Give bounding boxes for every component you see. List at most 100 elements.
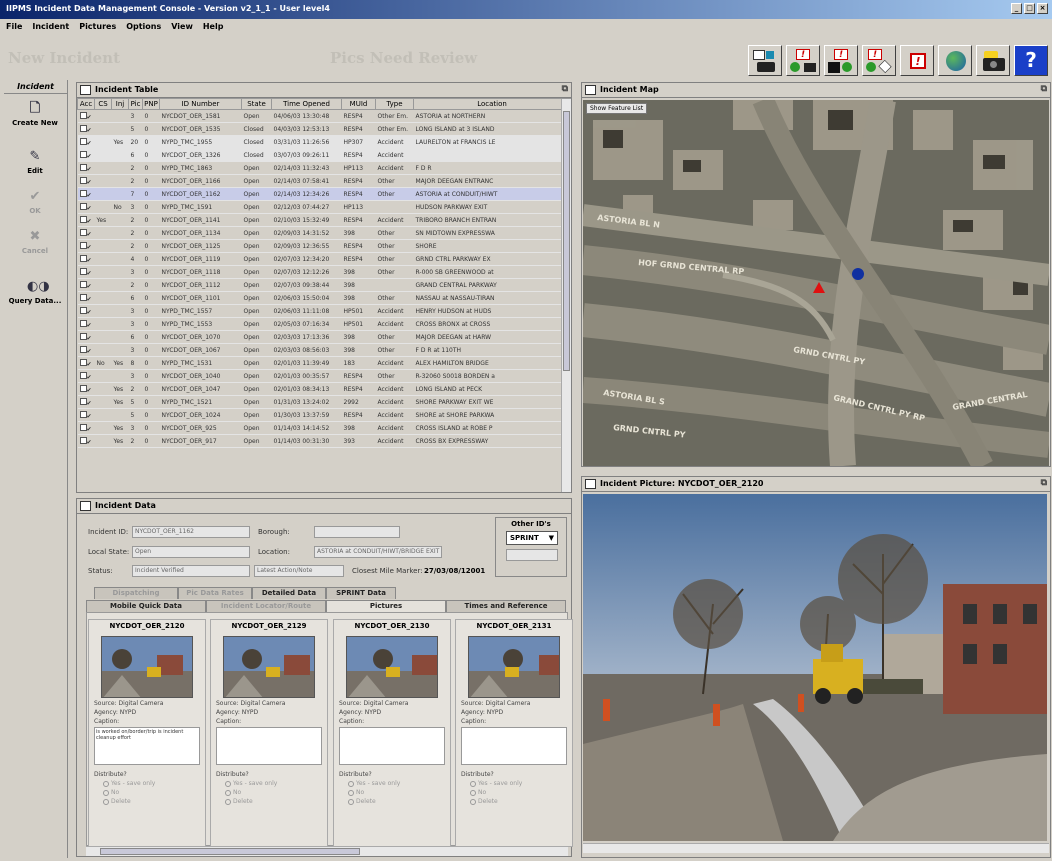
table-row[interactable]: ✔ 2 0 NYCDOT_OER_1112 Open 02/07/03 09:38:44 3…: [77, 278, 571, 292]
create-new-button[interactable]: 🗋 Create New: [4, 96, 66, 134]
column-header[interactable]: MUId: [341, 98, 376, 110]
table-row[interactable]: ✔ 6 0 NYCDOT_OER_1070 Open 02/03/03 17:13:36 3…: [77, 330, 571, 344]
acc-checkbox[interactable]: [79, 124, 87, 132]
tab-pictures[interactable]: Pictures: [326, 600, 446, 612]
table-row[interactable]: ✔ 3 0 NYCDOT_OER_1040 Open 02/01/03 00:35:57 R…: [77, 369, 571, 383]
camera-marker-icon[interactable]: [852, 268, 864, 280]
table-row[interactable]: ✔ Yes 3 0 NYCDOT_OER_925 Open 01/14/03 14:14:5…: [77, 421, 571, 435]
alert-incident-icon[interactable]: !: [786, 45, 820, 76]
maximize-icon[interactable]: □: [1024, 3, 1035, 14]
tab-incident-locator[interactable]: Incident Locator/Route: [206, 600, 326, 612]
table-row[interactable]: ✔ No 3 0 NYPD_TMC_1591 Open 02/12/03 07:44:27 H…: [77, 200, 571, 214]
distribute-radio[interactable]: Yes - save only: [103, 780, 205, 787]
table-row[interactable]: ✔ 3 0 NYPD_TMC_1557 Open 02/06/03 11:11:08 HP5…: [77, 304, 571, 318]
table-row[interactable]: ✔ 3 0 NYCDOT_OER_1581 Open 04/06/03 13:30:48 R…: [77, 109, 571, 123]
table-row[interactable]: ✔ 2 0 NYPD_TMC_1863 Open 02/14/03 11:32:43 HP1…: [77, 161, 571, 175]
camera-icon[interactable]: [976, 45, 1010, 76]
help-icon[interactable]: ?: [1014, 45, 1048, 76]
distribute-radio[interactable]: Delete: [225, 798, 327, 805]
acc-checkbox[interactable]: [79, 436, 87, 444]
cancel-button[interactable]: ✖ Cancel: [4, 224, 66, 262]
column-header[interactable]: Acc: [77, 98, 95, 110]
incident-id-field[interactable]: NYCDOT_OER_1162: [132, 526, 250, 538]
table-row[interactable]: ✔ 3 0 NYPD_TMC_1553 Open 02/05/03 07:16:34 HP5…: [77, 317, 571, 331]
acc-checkbox[interactable]: [79, 254, 87, 262]
latest-action-field[interactable]: Latest Action/Note: [254, 565, 344, 577]
pictures-scroll-thumb[interactable]: [100, 848, 360, 855]
acc-checkbox[interactable]: [79, 267, 87, 275]
table-scrollbar[interactable]: [561, 99, 571, 492]
alert-map-icon[interactable]: !: [862, 45, 896, 76]
table-row[interactable]: ✔ 6 0 NYCDOT_OER_1101 Open 02/06/03 15:50:04 3…: [77, 291, 571, 305]
distribute-radio[interactable]: Yes - save only: [225, 780, 327, 787]
distribute-radio[interactable]: No: [225, 789, 327, 796]
table-row[interactable]: ✔ 7 0 NYCDOT_OER_1162 Open 02/14/03 12:34:26 R…: [77, 187, 571, 201]
query-data-button[interactable]: ◐◑ Query Data...: [4, 274, 66, 312]
acc-checkbox[interactable]: [79, 332, 87, 340]
picture-thumbnail[interactable]: [101, 636, 193, 698]
table-row[interactable]: ✔ 5 0 NYCDOT_OER_1024 Open 01/30/03 13:37:59 R…: [77, 408, 571, 422]
acc-checkbox[interactable]: [79, 241, 87, 249]
table-row[interactable]: ✔ 2 0 NYCDOT_OER_1134 Open 02/09/03 14:31:52 3…: [77, 226, 571, 240]
acc-checkbox[interactable]: [79, 410, 87, 418]
table-row[interactable]: ✔ 5 0 NYCDOT_OER_1535 Closed 04/03/03 12:53:1…: [77, 122, 571, 136]
distribute-radio[interactable]: Yes - save only: [470, 780, 572, 787]
acc-checkbox[interactable]: [79, 306, 87, 314]
tab-times-and-reference[interactable]: Times and Reference: [446, 600, 566, 612]
menu-pictures[interactable]: Pictures: [79, 22, 116, 32]
table-row[interactable]: ✔ 4 0 NYCDOT_OER_1119 Open 02/07/03 12:34:20 R…: [77, 252, 571, 266]
pictures-scrollbar[interactable]: [86, 846, 568, 856]
distribute-radio[interactable]: Delete: [470, 798, 572, 805]
tab-sprint-data[interactable]: SPRINT Data: [326, 587, 396, 599]
acc-checkbox[interactable]: [79, 319, 87, 327]
other-ids-select[interactable]: SPRINT ▼: [506, 531, 558, 545]
column-header[interactable]: Type: [375, 98, 414, 110]
column-header[interactable]: Time Opened: [271, 98, 342, 110]
menu-view[interactable]: View: [171, 22, 193, 32]
acc-checkbox[interactable]: [79, 293, 87, 301]
tab-dispatching[interactable]: Dispatching: [94, 587, 178, 599]
table-row[interactable]: ✔ 2 0 NYCDOT_OER_1125 Open 02/09/03 12:36:55 R…: [77, 239, 571, 253]
picture-thumbnail[interactable]: [468, 636, 560, 698]
table-row[interactable]: ✔ Yes 2 0 NYCDOT_OER_1141 Open 02/10/03 15:32:…: [77, 213, 571, 227]
alert-icon[interactable]: !: [900, 45, 934, 76]
column-header[interactable]: PNP: [142, 98, 160, 110]
ok-button[interactable]: ✔ OK: [4, 184, 66, 222]
minimize-icon[interactable]: _: [1011, 3, 1022, 14]
edit-button[interactable]: ✎ Edit: [4, 144, 66, 182]
table-row[interactable]: ✔ No Yes 8 0 NYPD_TMC_1531 Open 02/01/03 11:39:…: [77, 356, 571, 370]
column-header[interactable]: CS: [94, 98, 112, 110]
table-row[interactable]: ✔ Yes 5 0 NYPD_TMC_1521 Open 01/31/03 13:24:02…: [77, 395, 571, 409]
tab-detailed-data[interactable]: Detailed Data: [252, 587, 326, 599]
caption-field[interactable]: [461, 727, 567, 765]
table-row[interactable]: ✔ Yes 2 0 NYCDOT_OER_917 Open 01/14/03 00:31:3…: [77, 434, 571, 448]
acc-checkbox[interactable]: [79, 371, 87, 379]
distribute-radio[interactable]: No: [348, 789, 450, 796]
distribute-radio[interactable]: Yes - save only: [348, 780, 450, 787]
acc-checkbox[interactable]: [79, 228, 87, 236]
caption-field[interactable]: is worked on/border/trip is incident cle…: [94, 727, 200, 765]
table-row[interactable]: ✔ 2 0 NYCDOT_OER_1166 Open 02/14/03 07:58:41 R…: [77, 174, 571, 188]
column-header[interactable]: Inj: [111, 98, 129, 110]
table-row[interactable]: ✔ Yes 20 0 NYPD_TMC_1955 Closed 03/31/03 11:26…: [77, 135, 571, 149]
distribute-radio[interactable]: No: [470, 789, 572, 796]
distribute-radio[interactable]: No: [103, 789, 205, 796]
acc-checkbox[interactable]: [79, 163, 87, 171]
borough-select[interactable]: [314, 526, 400, 538]
table-scroll-thumb[interactable]: [563, 111, 570, 371]
acc-checkbox[interactable]: [79, 189, 87, 197]
acc-checkbox[interactable]: [79, 215, 87, 223]
distribute-radio[interactable]: Delete: [103, 798, 205, 805]
maximize-frame-icon[interactable]: ⧉: [1041, 478, 1047, 488]
close-icon[interactable]: ×: [1037, 3, 1048, 14]
local-state-select[interactable]: Open: [132, 546, 250, 558]
menu-help[interactable]: Help: [203, 22, 224, 32]
acc-checkbox[interactable]: [79, 202, 87, 210]
tab-mobile-quick-data[interactable]: Mobile Quick Data: [86, 600, 206, 612]
picture-scrollbar[interactable]: [583, 843, 1049, 853]
distribute-radio[interactable]: Delete: [348, 798, 450, 805]
caption-field[interactable]: [339, 727, 445, 765]
maximize-frame-icon[interactable]: ⧉: [562, 84, 568, 94]
show-feature-list-button[interactable]: Show Feature List: [586, 103, 648, 114]
menu-file[interactable]: File: [6, 22, 22, 32]
